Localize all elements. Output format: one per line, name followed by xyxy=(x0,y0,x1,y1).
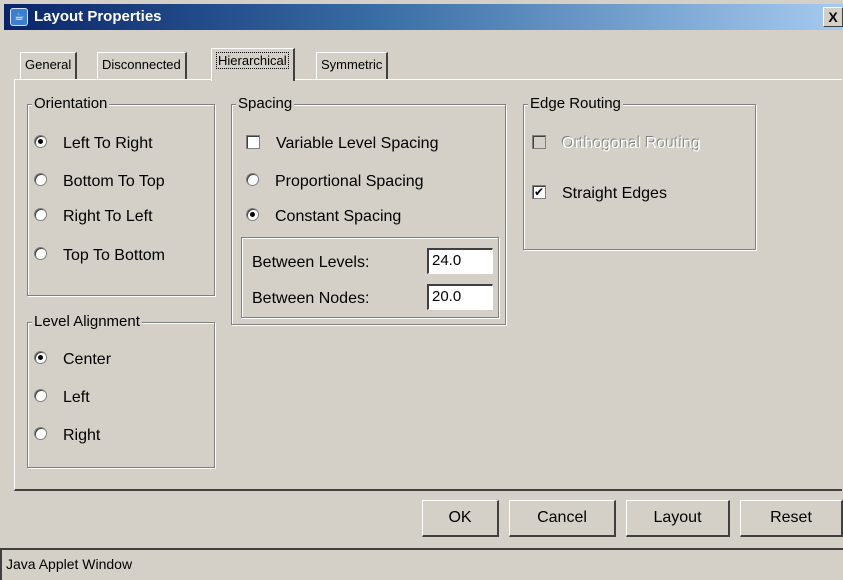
radio-button[interactable] xyxy=(34,135,47,149)
radio-label: Right To Left xyxy=(63,208,153,225)
radio-right-to-left[interactable]: Right To Left xyxy=(34,206,153,228)
checkbox[interactable]: ✔ xyxy=(532,184,546,199)
edge-routing-title: Edge Routing xyxy=(528,95,623,113)
radio-proportional-spacing[interactable]: Proportional Spacing xyxy=(246,171,424,193)
radio-button[interactable] xyxy=(34,208,47,222)
radio-button[interactable] xyxy=(34,427,47,441)
spacing-group: Spacing Variable Level Spacing Proportio… xyxy=(231,95,506,325)
checkbox-label: Straight Edges xyxy=(562,185,667,202)
checkbox[interactable] xyxy=(532,134,546,149)
checkbox-label: Variable Level Spacing xyxy=(276,135,439,152)
radio-label: Proportional Spacing xyxy=(275,173,424,190)
tab-hierarchical[interactable]: Hierarchical xyxy=(211,48,295,81)
radio-left-to-right[interactable]: Left To Right xyxy=(34,133,153,155)
level-alignment-title: Level Alignment xyxy=(32,313,142,331)
checkbox-orthogonal-routing[interactable]: Orthogonal Routing xyxy=(532,133,701,155)
status-bar: Java Applet Window xyxy=(0,548,843,580)
radio-label: Center xyxy=(63,351,112,368)
radio-left[interactable]: Left xyxy=(34,387,90,409)
spacing-title: Spacing xyxy=(236,95,295,113)
radio-label: Bottom To Top xyxy=(63,173,165,190)
reset-button[interactable]: Reset xyxy=(740,500,843,537)
radio-constant-spacing[interactable]: Constant Spacing xyxy=(246,206,401,228)
radio-top-to-bottom[interactable]: Top To Bottom xyxy=(34,245,165,267)
layout-button[interactable]: Layout xyxy=(626,500,730,537)
title-bar: ☕ Layout Properties X xyxy=(4,4,843,30)
close-button[interactable]: X xyxy=(823,7,843,27)
ok-button[interactable]: OK xyxy=(422,500,499,537)
radio-label: Top To Bottom xyxy=(63,247,165,264)
radio-button[interactable] xyxy=(34,389,47,403)
radio-button[interactable] xyxy=(246,208,259,222)
radio-button[interactable] xyxy=(34,247,47,261)
checkbox-variable-level-spacing[interactable]: Variable Level Spacing xyxy=(246,133,438,155)
orientation-group: Orientation Left To Right Bottom To Top … xyxy=(27,95,215,296)
radio-label: Left To Right xyxy=(63,135,153,152)
window-title: Layout Properties xyxy=(34,8,162,25)
orientation-title: Orientation xyxy=(32,95,110,113)
checkbox-label: Orthogonal Routing xyxy=(562,135,701,152)
radio-label: Constant Spacing xyxy=(275,208,402,225)
radio-label: Left xyxy=(63,389,90,406)
radio-bottom-to-top[interactable]: Bottom To Top xyxy=(34,171,165,193)
checkbox-straight-edges[interactable]: ✔ Straight Edges xyxy=(532,183,667,205)
edge-routing-group: Edge Routing Orthogonal Routing ✔ Straigh… xyxy=(523,95,756,250)
tab-hierarchical-label: Hierarchical xyxy=(216,52,289,69)
radio-label: Right xyxy=(63,427,101,444)
between-levels-label: Between Levels: xyxy=(252,254,370,271)
spacing-values-group: Between Levels: 24.0 Between Nodes: 20.0 xyxy=(241,237,499,318)
radio-button[interactable] xyxy=(246,173,259,187)
level-alignment-group: Level Alignment Center Left Right xyxy=(27,313,215,468)
radio-right[interactable]: Right xyxy=(34,425,100,447)
cancel-button[interactable]: Cancel xyxy=(509,500,616,537)
checkbox[interactable] xyxy=(246,134,260,149)
radio-center[interactable]: Center xyxy=(34,349,111,371)
between-nodes-label: Between Nodes: xyxy=(252,290,370,307)
between-nodes-input[interactable]: 20.0 xyxy=(427,284,493,310)
tab-disconnected[interactable]: Disconnected xyxy=(97,52,187,79)
tab-general[interactable]: General xyxy=(20,52,78,79)
between-levels-input[interactable]: 24.0 xyxy=(427,248,493,274)
java-applet-icon: ☕ xyxy=(10,8,28,26)
radio-button[interactable] xyxy=(34,351,47,365)
radio-button[interactable] xyxy=(34,173,47,187)
tab-symmetric[interactable]: Symmetric xyxy=(316,52,389,79)
